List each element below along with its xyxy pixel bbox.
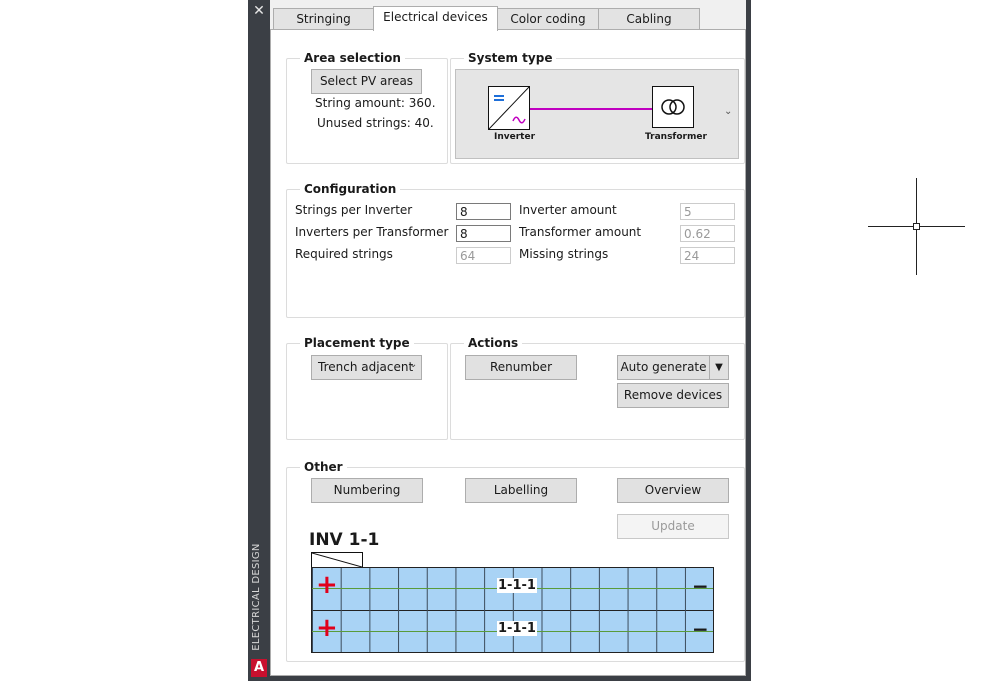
- remove-devices-button[interactable]: Remove devices: [617, 383, 729, 408]
- strings-per-inverter-label: Strings per Inverter: [295, 203, 413, 217]
- transformer-amount-label: Transformer amount: [519, 225, 642, 239]
- overview-button[interactable]: Overview: [617, 478, 729, 503]
- palette-side-title: ELECTRICAL DESIGN: [251, 543, 262, 651]
- area-selection-group: Area selection Select PV areas String am…: [286, 50, 448, 164]
- auto-generate-dropdown-icon[interactable]: ▼: [709, 355, 729, 380]
- electrical-design-palette: ✕ ELECTRICAL DESIGN A Stringing Electric…: [248, 0, 751, 681]
- system-type-group: System type Inverter Transformer ⌄: [450, 50, 745, 164]
- string-label-row-2: 1-1-1: [497, 621, 537, 636]
- system-type-selector[interactable]: Inverter Transformer ⌄: [455, 69, 739, 159]
- configuration-group: Configuration Strings per Inverter 8 Inv…: [286, 181, 745, 318]
- other-title: Other: [300, 459, 347, 475]
- inverter-tag: INV 1-1: [309, 530, 380, 550]
- chevron-down-icon: ⌄: [409, 359, 418, 370]
- positive-terminal-icon: +: [316, 613, 338, 643]
- negative-terminal-icon: −: [692, 617, 709, 641]
- inverter-amount-field: 5: [680, 203, 735, 220]
- string-amount-text: String amount: 360.: [315, 96, 436, 110]
- palette-side-strip: ✕ ELECTRICAL DESIGN A: [248, 0, 270, 681]
- transformer-symbol: [652, 86, 694, 128]
- tab-cabling[interactable]: Cabling: [598, 8, 700, 30]
- system-type-title: System type: [464, 50, 557, 66]
- close-icon[interactable]: ✕: [251, 2, 267, 20]
- negative-terminal-icon: −: [692, 574, 709, 598]
- transformer-label: Transformer: [645, 132, 707, 142]
- required-strings-label: Required strings: [295, 247, 393, 261]
- string-label-row-1: 1-1-1: [497, 578, 537, 593]
- missing-strings-field: 24: [680, 247, 735, 264]
- placement-type-title: Placement type: [300, 335, 414, 351]
- palette-content: Stringing Electrical devices Color codin…: [270, 0, 746, 676]
- select-pv-areas-button[interactable]: Select PV areas: [311, 69, 422, 94]
- configuration-title: Configuration: [300, 181, 401, 197]
- inverters-per-transformer-label: Inverters per Transformer: [295, 225, 449, 239]
- actions-group: Actions Renumber Auto generate ▼ Remove …: [450, 335, 745, 440]
- inverter-symbol: [488, 86, 530, 130]
- numbering-button[interactable]: Numbering: [311, 478, 423, 503]
- inverter-tag-symbol: [311, 552, 363, 568]
- renumber-button[interactable]: Renumber: [465, 355, 577, 380]
- area-selection-title: Area selection: [300, 50, 405, 66]
- chevron-down-icon[interactable]: ⌄: [724, 106, 732, 117]
- transformer-amount-field: 0.62: [680, 225, 735, 242]
- inverters-per-transformer-input[interactable]: 8: [456, 225, 511, 242]
- placement-type-dropdown[interactable]: Trench adjacent ⌄: [311, 355, 422, 380]
- missing-strings-label: Missing strings: [519, 247, 609, 261]
- positive-terminal-icon: +: [316, 570, 338, 600]
- inverter-amount-label: Inverter amount: [519, 203, 617, 217]
- auto-generate-button[interactable]: Auto generate: [617, 355, 710, 380]
- crosshair-cursor-box: [913, 223, 920, 230]
- connector-line: [530, 108, 652, 110]
- labelling-button[interactable]: Labelling: [465, 478, 577, 503]
- autocad-logo-icon: A: [251, 659, 267, 677]
- placement-type-group: Placement type Trench adjacent ⌄: [286, 335, 448, 440]
- placement-type-selected: Trench adjacent: [318, 360, 414, 374]
- string-preview: INV 1-1 + + 1-1-1 1-1-1 − −: [309, 530, 719, 658]
- tab-electrical-devices[interactable]: Electrical devices: [373, 6, 498, 31]
- inverter-label: Inverter: [494, 132, 536, 142]
- pv-module-grid: + + 1-1-1 1-1-1 − −: [311, 567, 714, 653]
- strings-per-inverter-input[interactable]: 8: [456, 203, 511, 220]
- actions-title: Actions: [464, 335, 523, 351]
- unused-strings-text: Unused strings: 40.: [317, 116, 434, 130]
- tab-color-coding[interactable]: Color coding: [497, 8, 599, 30]
- electrical-devices-panel: Area selection Select PV areas String am…: [270, 29, 746, 676]
- tab-stringing[interactable]: Stringing: [273, 8, 374, 30]
- other-group: Other Numbering Labelling Overview Updat…: [286, 459, 745, 662]
- required-strings-field: 64: [456, 247, 511, 264]
